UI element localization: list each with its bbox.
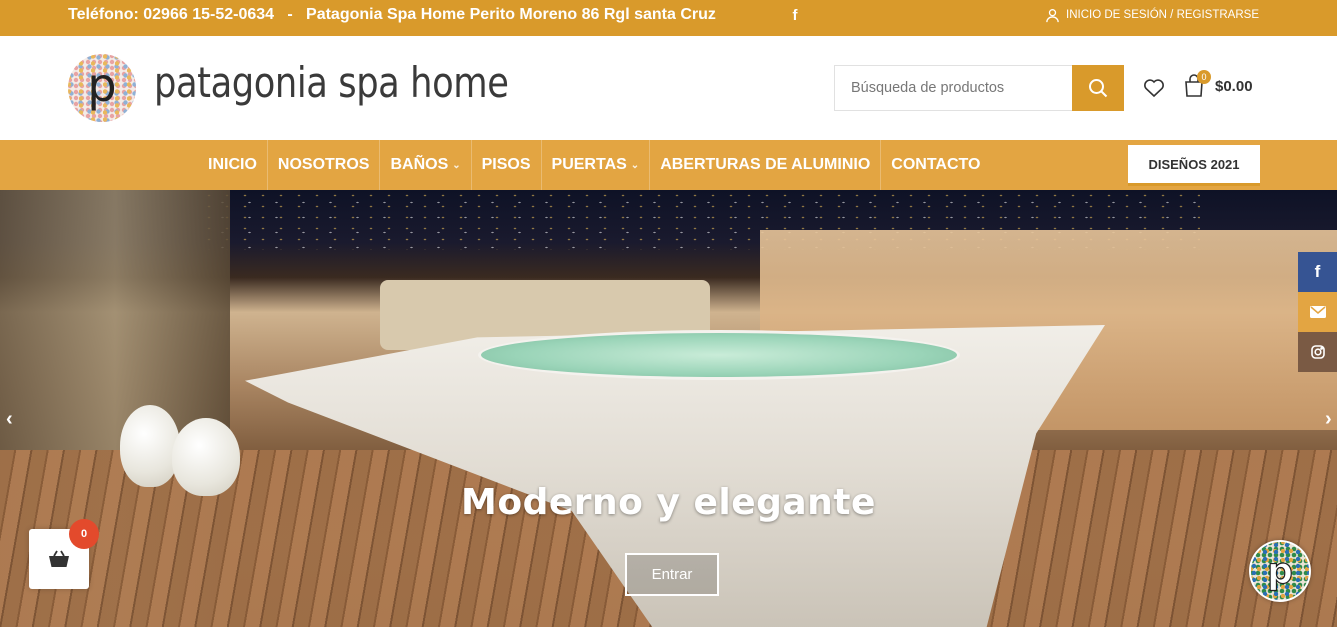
spa-water <box>478 330 960 380</box>
search-icon <box>1089 79 1108 98</box>
chat-logo-letter: p <box>1267 551 1293 592</box>
mail-icon[interactable] <box>1298 292 1337 332</box>
shopping-bag-icon: 0 <box>1183 70 1211 98</box>
nav-item-inicio[interactable]: INICIO <box>198 140 268 190</box>
top-bar: Teléfono: 02966 15-52-0634 - Patagonia S… <box>0 0 1337 36</box>
login-register-link[interactable]: INICIO DE SESIÓN / REGISTRARSE <box>1045 7 1259 23</box>
nav-item-label: INICIO <box>208 156 257 173</box>
facebook-share-icon[interactable]: f <box>1298 252 1337 292</box>
search-input[interactable] <box>834 65 1072 111</box>
nav-item-baños[interactable]: BAÑOS ⌄ <box>380 140 472 190</box>
lamp-image <box>120 405 180 487</box>
nav-item-label: PISOS <box>481 156 531 173</box>
nav-item-contacto[interactable]: CONTACTO <box>881 140 990 190</box>
nav-item-label: ABERTURAS DE ALUMINIO <box>660 156 871 173</box>
logo-text[interactable]: patagonia spa home <box>154 58 509 107</box>
designs-2021-button[interactable]: DISEÑOS 2021 <box>1128 145 1260 186</box>
floating-cart-button[interactable]: 0 <box>29 519 99 589</box>
nav-item-puertas[interactable]: PUERTAS ⌄ <box>542 140 651 190</box>
enter-button[interactable]: Entrar <box>625 553 719 596</box>
contact-info: Teléfono: 02966 15-52-0634 - Patagonia S… <box>68 6 716 23</box>
nav-item-label: NOSOTROS <box>277 156 370 173</box>
instagram-icon[interactable] <box>1298 332 1337 372</box>
hero-headline: Moderno y elegante <box>461 482 876 523</box>
search-button[interactable] <box>1072 65 1124 111</box>
basket-icon <box>49 550 69 567</box>
chat-logo-icon[interactable]: p <box>1249 540 1311 602</box>
chevron-down-icon: ⌄ <box>630 159 640 171</box>
chevron-down-icon: ⌄ <box>452 159 461 171</box>
facebook-icon[interactable]: f <box>789 7 801 24</box>
user-icon <box>1046 8 1059 22</box>
nav-item-label: CONTACTO <box>891 156 981 173</box>
search-form <box>834 65 1124 111</box>
logo-icon[interactable]: p <box>67 53 137 123</box>
logo-letter: p <box>87 58 116 112</box>
nav-list: INICIO NOSOTROS BAÑOS ⌄ PISOS PUERTAS ⌄ ABERTUR… <box>198 140 990 190</box>
hero-slider: Moderno y elegante Entrar ‹ › <box>0 190 1337 627</box>
slider-next-icon[interactable]: › <box>1325 408 1332 431</box>
slider-prev-icon[interactable]: ‹ <box>6 408 13 431</box>
nav-item-label: BAÑOS <box>390 156 449 173</box>
nav-item-nosotros[interactable]: NOSOTROS <box>268 140 381 190</box>
main-nav: INICIO NOSOTROS BAÑOS ⌄ PISOS PUERTAS ⌄ ABERTUR… <box>0 140 1337 190</box>
nav-item-pisos[interactable]: PISOS <box>472 140 542 190</box>
heart-icon[interactable] <box>1143 78 1165 98</box>
site-header: p patagonia spa home 0 $0.00 <box>0 36 1337 140</box>
nav-item-aberturas-de-aluminio[interactable]: ABERTURAS DE ALUMINIO <box>650 140 882 190</box>
floating-cart-count: 0 <box>69 519 99 549</box>
header-cart[interactable]: 0 $0.00 <box>1183 70 1253 98</box>
login-label: INICIO DE SESIÓN / REGISTRARSE <box>1066 9 1259 21</box>
nav-item-label: PUERTAS <box>551 156 627 173</box>
cart-count-badge: 0 <box>1197 70 1211 84</box>
cart-total: $0.00 <box>1215 77 1253 95</box>
